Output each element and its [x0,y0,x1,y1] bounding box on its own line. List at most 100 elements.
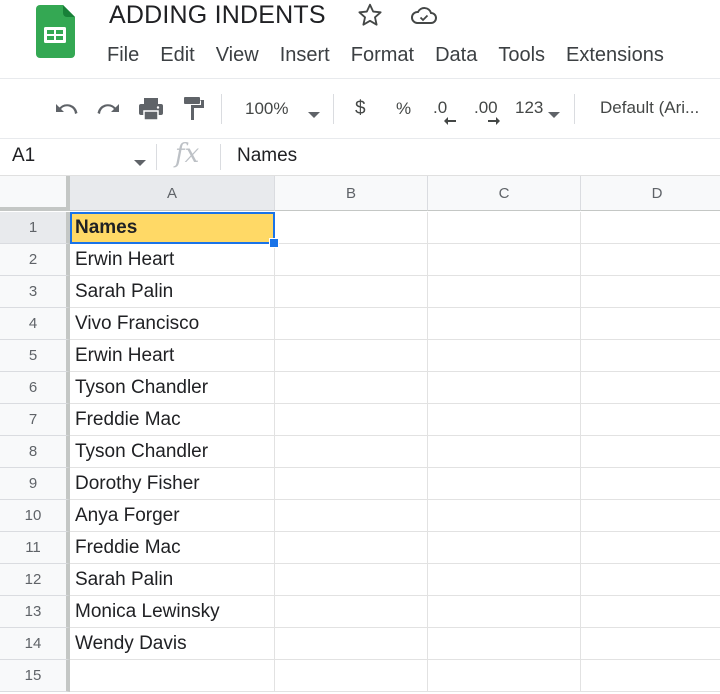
column-header-b[interactable]: B [275,176,428,211]
menu-file[interactable]: File [107,42,139,68]
cell[interactable] [428,340,581,372]
cell[interactable] [428,436,581,468]
name-box-dropdown-icon[interactable] [134,154,146,172]
cell[interactable] [428,404,581,436]
cloud-saved-icon[interactable] [410,4,438,28]
cell[interactable] [581,340,720,372]
row-header[interactable]: 12 [0,564,70,596]
cell[interactable] [275,532,428,564]
cell[interactable] [275,596,428,628]
print-icon[interactable] [138,96,164,127]
row-header[interactable]: 2 [0,244,70,276]
currency-format-button[interactable]: $ [355,98,366,120]
sheets-logo-icon[interactable] [36,5,75,58]
cell[interactable] [275,212,428,244]
paint-format-icon[interactable] [183,96,207,127]
cell[interactable] [275,340,428,372]
cell[interactable] [275,660,428,692]
fill-handle[interactable] [269,238,279,248]
cell[interactable] [581,596,720,628]
menu-extensions[interactable]: Extensions [566,42,664,68]
cell[interactable] [275,564,428,596]
cell[interactable] [275,308,428,340]
cell[interactable]: Dorothy Fisher [70,468,275,500]
cell[interactable]: Freddie Mac [70,532,275,564]
cell[interactable] [275,244,428,276]
cell[interactable] [581,404,720,436]
cell[interactable] [428,596,581,628]
cell-a1-selected[interactable]: Names [70,212,275,244]
cell[interactable] [428,308,581,340]
formula-input[interactable]: Names [237,145,297,167]
column-header-d[interactable]: D [581,176,720,211]
cell[interactable] [428,500,581,532]
cell[interactable] [428,244,581,276]
cell[interactable]: Wendy Davis [70,628,275,660]
row-header[interactable]: 8 [0,436,70,468]
row-header[interactable]: 11 [0,532,70,564]
star-icon[interactable] [357,2,383,28]
row-header[interactable]: 6 [0,372,70,404]
cell[interactable] [581,628,720,660]
cell[interactable]: Monica Lewinsky [70,596,275,628]
cell[interactable]: Tyson Chandler [70,372,275,404]
cell[interactable] [275,500,428,532]
row-header[interactable]: 14 [0,628,70,660]
redo-icon[interactable] [96,97,122,126]
cell[interactable] [275,468,428,500]
cell[interactable] [428,372,581,404]
row-header[interactable]: 5 [0,340,70,372]
cell[interactable]: Erwin Heart [70,340,275,372]
number-format-select[interactable]: 123 [515,98,543,118]
document-title[interactable]: ADDING INDENTS [109,0,326,30]
undo-icon[interactable] [53,97,79,126]
cell[interactable] [581,308,720,340]
row-header[interactable]: 13 [0,596,70,628]
cell[interactable] [581,500,720,532]
column-header-a[interactable]: A [70,176,275,211]
menu-data[interactable]: Data [435,42,477,68]
cell[interactable] [581,436,720,468]
row-header[interactable]: 3 [0,276,70,308]
menu-tools[interactable]: Tools [498,42,545,68]
cell[interactable]: Sarah Palin [70,276,275,308]
zoom-dropdown-icon[interactable] [308,106,320,124]
cell[interactable] [581,212,720,244]
cell[interactable] [581,372,720,404]
menu-edit[interactable]: Edit [160,42,194,68]
cell[interactable] [275,372,428,404]
menu-insert[interactable]: Insert [280,42,330,68]
zoom-select[interactable]: 100% [245,99,288,119]
cell[interactable]: Vivo Francisco [70,308,275,340]
cell[interactable] [275,628,428,660]
cell[interactable] [581,468,720,500]
row-header[interactable]: 15 [0,660,70,692]
cell[interactable] [581,276,720,308]
cell[interactable] [428,564,581,596]
cell[interactable] [581,244,720,276]
row-header[interactable]: 9 [0,468,70,500]
cell[interactable] [275,436,428,468]
increase-decimal-button[interactable]: .00 [474,98,500,125]
percent-format-button[interactable]: % [396,99,411,119]
cell[interactable] [428,276,581,308]
decrease-decimal-button[interactable]: .0 [433,98,456,125]
cell[interactable] [70,660,275,692]
cell[interactable] [428,660,581,692]
column-header-c[interactable]: C [428,176,581,211]
cell[interactable]: Freddie Mac [70,404,275,436]
cell[interactable]: Anya Forger [70,500,275,532]
cell[interactable] [581,660,720,692]
cell[interactable] [428,532,581,564]
row-header[interactable]: 7 [0,404,70,436]
select-all-corner[interactable] [0,176,70,211]
row-header[interactable]: 4 [0,308,70,340]
cell[interactable] [428,468,581,500]
menu-view[interactable]: View [216,42,259,68]
cell[interactable]: Sarah Palin [70,564,275,596]
cell[interactable] [428,628,581,660]
cell[interactable]: Erwin Heart [70,244,275,276]
name-box[interactable]: A1 [12,145,35,167]
cell[interactable] [581,532,720,564]
cell[interactable] [275,404,428,436]
